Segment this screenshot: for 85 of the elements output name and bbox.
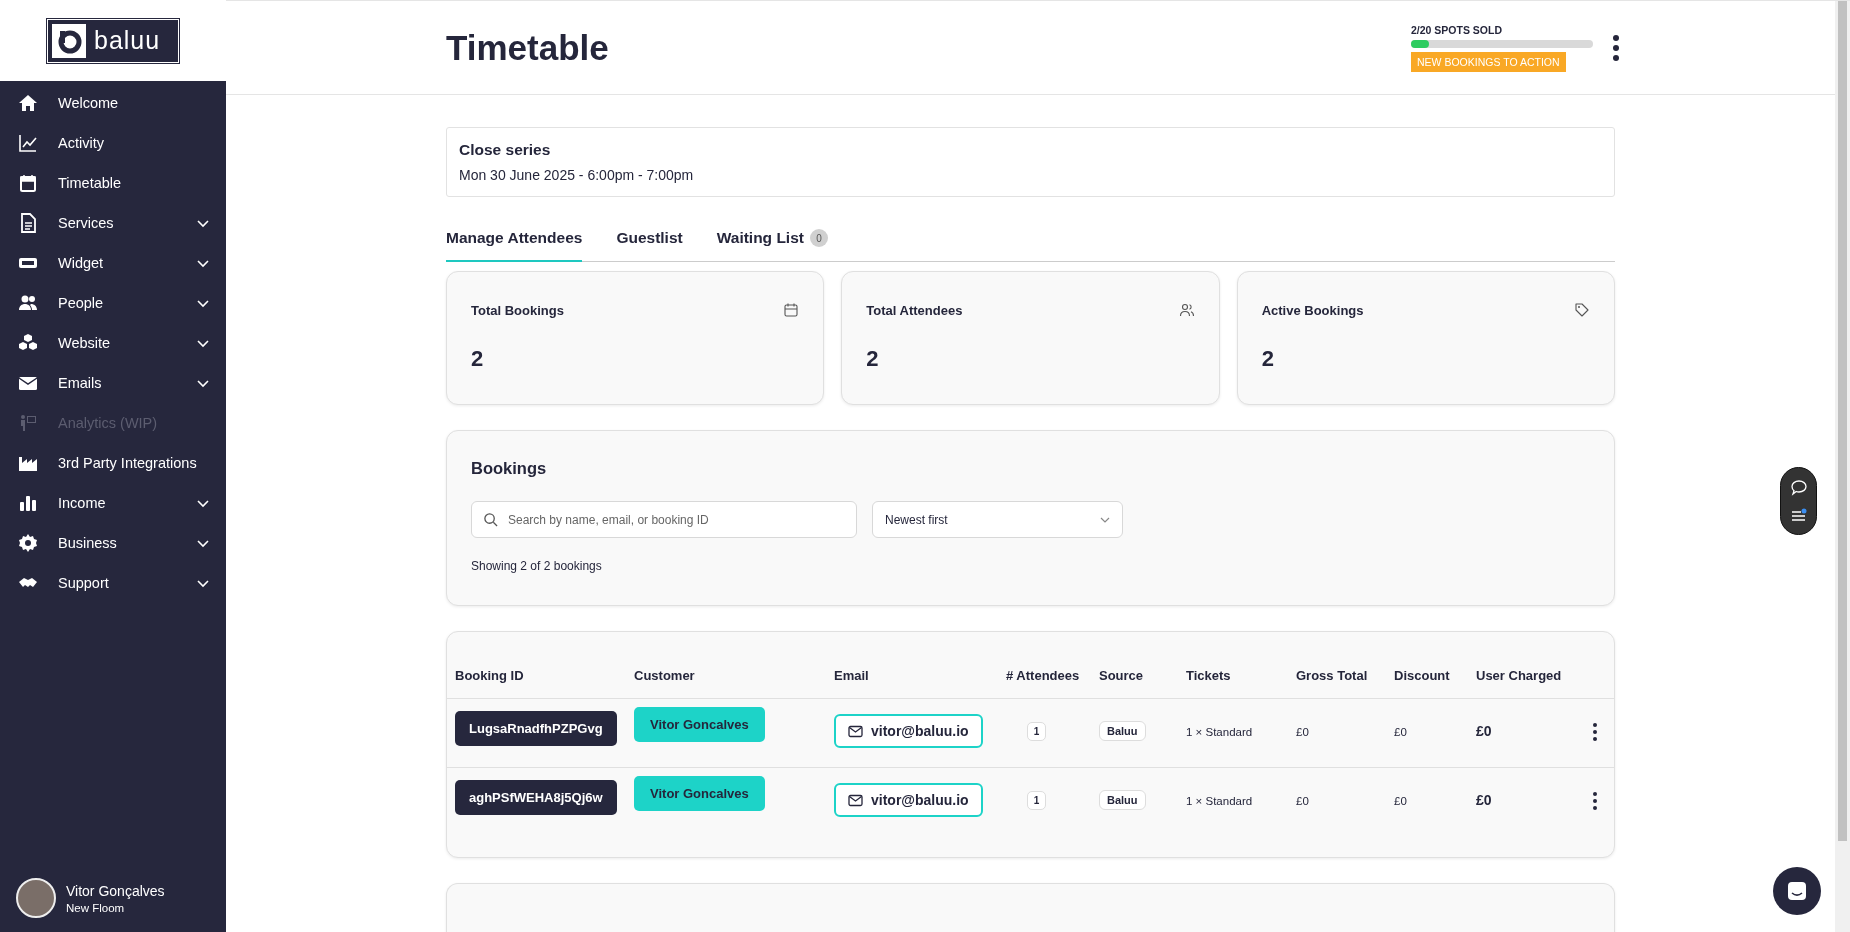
- cubes-icon: [18, 333, 38, 353]
- sidebar-item[interactable]: Support: [0, 563, 226, 603]
- user-charged-cell-text: £0: [1476, 792, 1493, 808]
- column-header: Booking ID: [455, 668, 525, 683]
- stat-value: 2: [866, 346, 880, 372]
- caret-icon: [1100, 516, 1110, 523]
- more-options-icon[interactable]: [1613, 34, 1619, 61]
- column-header: # Attendees: [1006, 668, 1081, 683]
- sidebar-item[interactable]: Welcome: [0, 83, 226, 123]
- sidebar-item[interactable]: Widget: [0, 243, 226, 283]
- tag-icon: [1574, 302, 1590, 318]
- discount-cell-text: £0: [1394, 795, 1408, 807]
- chat-launcher-button[interactable]: [1773, 867, 1821, 915]
- sidebar-item[interactable]: 3rd Party Integrations: [0, 443, 226, 483]
- tickets-cell-text: 1 × Standard: [1186, 795, 1254, 807]
- search-field[interactable]: Search by name, email, or booking ID: [471, 501, 857, 538]
- sidebar-item[interactable]: Timetable: [0, 163, 226, 203]
- status-badge: NEW BOOKINGS TO ACTION: [1411, 51, 1566, 72]
- results-count: Showing 2 of 2 bookings: [471, 559, 603, 573]
- column-header: Email: [834, 668, 870, 683]
- series-title: Close series: [459, 141, 552, 159]
- envelope-icon: [848, 724, 863, 738]
- attendee-count: 1: [1026, 791, 1047, 810]
- calendar-icon: [18, 173, 38, 193]
- column-header: Customer: [634, 668, 696, 683]
- customer-tag[interactable]: Vitor Goncalves: [634, 776, 765, 811]
- settings-icon: [18, 533, 38, 553]
- tickets-cell-text: 1 × Standard: [1186, 726, 1254, 738]
- bar-chart-icon: [18, 493, 38, 513]
- source-tag: Baluu: [1099, 790, 1146, 810]
- scrollbar[interactable]: [1835, 1, 1850, 932]
- people-icon: [18, 293, 38, 313]
- email-button[interactable]: vitor@baluu.io: [834, 714, 983, 748]
- more-options-icon[interactable]: [1592, 722, 1598, 742]
- stat-label: Active Bookings: [1261, 302, 1364, 318]
- gross-total-cell-text: £0: [1296, 795, 1310, 807]
- booking-id: LugsaRnadfhPZPGvg: [455, 711, 617, 746]
- document-icon: [18, 213, 38, 233]
- sidebar-item[interactable]: Website: [0, 323, 226, 363]
- logo-text: baluu: [94, 26, 161, 55]
- avatar: [16, 878, 56, 918]
- stat-label: Total Attendees: [866, 302, 963, 318]
- sidebar-item[interactable]: People: [0, 283, 226, 323]
- tab[interactable]: Manage Attendees: [446, 225, 583, 262]
- attendee-count: 1: [1026, 722, 1047, 741]
- sidebar-item[interactable]: Services: [0, 203, 226, 243]
- customer-tag[interactable]: Vitor Goncalves: [634, 707, 765, 742]
- more-options-icon[interactable]: [1592, 791, 1598, 811]
- chat-icon: [1786, 880, 1808, 902]
- sidebar-item[interactable]: Emails: [0, 363, 226, 403]
- people-icon: [1178, 302, 1195, 318]
- sidebar-item[interactable]: Business: [0, 523, 226, 563]
- series-date: Mon 30 June 2025 - 6:00pm - 7:00pm: [459, 167, 695, 183]
- user-name: Vitor Gonçalves: [66, 882, 165, 899]
- gross-total-cell-text: £0: [1296, 726, 1310, 738]
- sidebar-item[interactable]: Income: [0, 483, 226, 523]
- calendar-icon: [783, 302, 800, 318]
- tab[interactable]: Waiting List 0: [716, 225, 828, 262]
- column-header: User Charged: [1476, 668, 1563, 683]
- column-header: Tickets: [1186, 668, 1232, 683]
- stat-label: Total Bookings: [471, 302, 564, 318]
- page-title: Timetable: [446, 27, 609, 68]
- column-header: Source: [1099, 668, 1145, 683]
- column-header: Discount: [1394, 668, 1451, 683]
- stat-value: 2: [471, 346, 485, 372]
- tab[interactable]: Guestlist: [616, 225, 683, 262]
- column-header: Gross Total: [1296, 668, 1369, 683]
- spots-sold-label: 2/20 SPOTS SOLD: [1411, 23, 1504, 36]
- booking-id: aghPSfWEHA8j5Qj6w: [455, 780, 617, 815]
- sidebar-item[interactable]: Activity: [0, 123, 226, 163]
- source-tag: Baluu: [1099, 721, 1146, 741]
- email-button[interactable]: vitor@baluu.io: [834, 783, 983, 817]
- line-chart-icon: [18, 133, 38, 153]
- count-badge: 0: [809, 229, 828, 247]
- search-icon: [483, 512, 498, 527]
- house-icon: [18, 93, 38, 113]
- sort-dropdown[interactable]: Newest first: [872, 501, 1123, 538]
- speech-bubble-icon[interactable]: [1788, 477, 1809, 498]
- bookings-title: Bookings: [471, 459, 548, 478]
- presenter-icon: [18, 413, 38, 433]
- user-charged-cell-text: £0: [1476, 723, 1493, 739]
- envelope-icon: [848, 793, 863, 807]
- organisation-name: New Floom: [66, 901, 126, 914]
- stat-value: 2: [1261, 346, 1275, 372]
- discount-cell-text: £0: [1394, 726, 1408, 738]
